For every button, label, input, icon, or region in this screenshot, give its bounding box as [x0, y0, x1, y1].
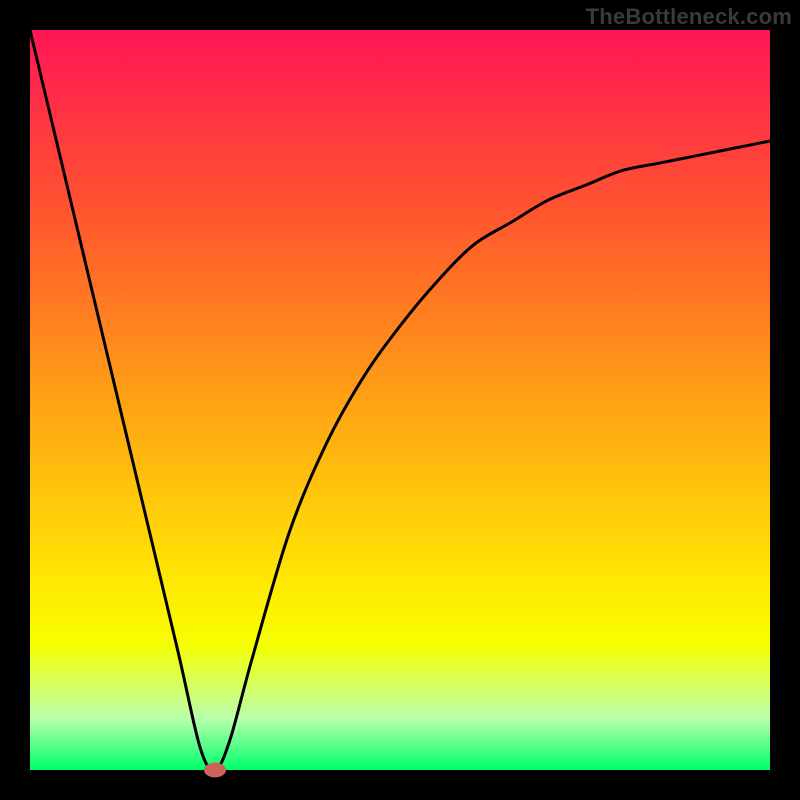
- chart-frame: TheBottleneck.com: [0, 0, 800, 800]
- curve-svg: [30, 30, 770, 770]
- plot-area: [30, 30, 770, 770]
- sweet-spot-marker: [204, 763, 226, 778]
- watermark-text: TheBottleneck.com: [586, 4, 792, 30]
- bottleneck-curve: [30, 30, 770, 770]
